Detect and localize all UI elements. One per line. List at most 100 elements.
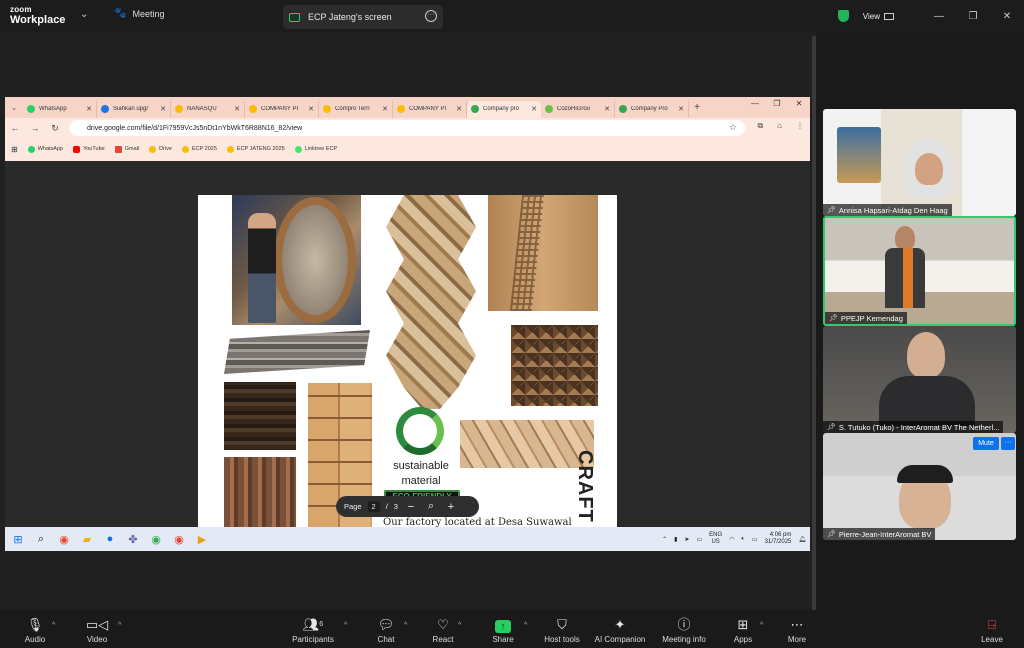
more-options-icon[interactable]: ··· xyxy=(425,10,437,22)
meeting-info-button[interactable]: ⓘ Meeting info xyxy=(660,616,708,644)
magnifier-icon[interactable]: ⌕ xyxy=(424,500,438,513)
tab-search-icon[interactable]: ⌄ xyxy=(5,104,23,112)
close-button[interactable]: ✕ xyxy=(990,11,1024,22)
bookmark-item[interactable]: YouTube xyxy=(73,145,105,153)
tray-chevron-icon[interactable]: ⌃ xyxy=(662,536,667,543)
teams-icon[interactable]: ✤ xyxy=(123,529,143,549)
current-page-input[interactable]: 2 xyxy=(367,501,380,512)
react-options-chevron-icon[interactable]: ^ xyxy=(458,622,461,629)
chrome-icon[interactable]: ◉ xyxy=(54,529,74,549)
shared-screen-tab[interactable]: ECP Jateng's screen ··· xyxy=(283,5,443,29)
wifi-icon[interactable]: ◠ xyxy=(729,536,734,543)
file-explorer-icon[interactable]: ▰ xyxy=(77,529,97,549)
browser-tab[interactable]: Siahkan upgr ✕ xyxy=(97,100,171,118)
participant-tile[interactable]: 📌︎ S. Tutuko (Tuko) - InterAromat BV The … xyxy=(823,326,1016,433)
tray-send-icon[interactable]: ➤ xyxy=(684,536,689,543)
close-tab-icon[interactable]: ✕ xyxy=(382,105,388,113)
close-tab-icon[interactable]: ✕ xyxy=(308,105,314,113)
battery-icon[interactable]: ▭ xyxy=(752,536,758,543)
bookmark-item[interactable]: Drive xyxy=(149,145,172,153)
browser-tab[interactable]: Company Pro ✕ xyxy=(615,100,689,118)
reload-icon[interactable]: ↻ xyxy=(45,123,65,134)
leave-button[interactable]: ⍈ Leave xyxy=(980,616,1004,644)
minimize-button[interactable]: — xyxy=(922,11,956,22)
ai-companion-button[interactable]: ✦ AI Companion xyxy=(594,616,646,644)
bookmark-item[interactable]: Linktree ECP xyxy=(294,145,337,153)
mute-participant-button[interactable]: Mute xyxy=(973,437,999,450)
chrome-profile-2-icon[interactable]: ◉ xyxy=(169,529,189,549)
shared-screen-scrollbar[interactable] xyxy=(812,36,816,612)
participant-tile-active-speaker[interactable]: 📌︎ PPEJP Kemendag xyxy=(823,216,1016,326)
zoom-in-icon[interactable]: + xyxy=(444,501,458,513)
grid-view-icon[interactable] xyxy=(884,12,894,20)
audio-options-chevron-icon[interactable]: ^ xyxy=(52,622,55,629)
participants-button[interactable]: 👥︎6 Participants xyxy=(290,616,336,644)
back-arrow-icon[interactable]: ← xyxy=(5,123,25,133)
chat-options-chevron-icon[interactable]: ^ xyxy=(404,622,407,629)
windows-start-icon[interactable]: ⊞ xyxy=(8,529,28,549)
meeting-tab[interactable]: 🐾 Meeting xyxy=(114,8,164,19)
clock[interactable]: 4:06 pm 31/7/2025 xyxy=(765,532,792,546)
profile-icon[interactable]: ⌂ xyxy=(777,121,782,131)
extensions-icon[interactable]: ⧉ xyxy=(757,121,763,131)
address-bar[interactable]: drive.google.com/file/d/1Fi7959VcJs5nDt1… xyxy=(69,120,745,136)
bookmark-item[interactable]: ECP 2025 xyxy=(181,145,217,153)
browser-tab-active[interactable]: Company pro ✕ xyxy=(467,100,541,118)
react-button[interactable]: ♡ React xyxy=(430,616,456,644)
bookmark-item[interactable]: ECP JATENG 2025 xyxy=(226,145,285,153)
workplace-chevron-down-icon[interactable]: ⌄ xyxy=(80,9,88,20)
zoom-out-icon[interactable]: − xyxy=(404,501,418,513)
restore-button[interactable]: ❐ xyxy=(956,11,990,22)
apps-button[interactable]: ⊞ Apps xyxy=(732,616,754,644)
zoom-app-icon[interactable]: ● xyxy=(100,529,120,549)
browser-restore-icon[interactable]: ❐ xyxy=(766,99,788,108)
chrome-profile-icon[interactable]: ◉ xyxy=(146,529,166,549)
forward-arrow-icon[interactable]: → xyxy=(25,123,45,133)
pdf-page[interactable]: sustainable material ECO-FRIENDLY CRAFT … xyxy=(198,195,617,527)
apps-grid-icon[interactable]: ⊞ xyxy=(11,145,18,154)
video-button[interactable]: ▭◁ Video xyxy=(84,616,110,644)
bookmark-item[interactable]: WhatsApp xyxy=(27,145,63,153)
language-indicator[interactable]: ENG US xyxy=(709,532,722,546)
close-tab-icon[interactable]: ✕ xyxy=(604,105,610,113)
media-app-icon[interactable]: ▶ xyxy=(192,529,212,549)
tray-app-icon[interactable]: ▮ xyxy=(674,536,677,543)
participant-tile[interactable]: 📌︎ Annisa Hapsari-Atdag Den Haag xyxy=(823,109,1016,216)
view-button[interactable]: View xyxy=(863,12,880,21)
participants-options-chevron-icon[interactable]: ^ xyxy=(344,622,347,629)
browser-tab[interactable]: COMPANY PI ✕ xyxy=(245,100,319,118)
security-shield-icon[interactable] xyxy=(837,10,849,22)
browser-tab[interactable]: Compro Tern ✕ xyxy=(319,100,393,118)
browser-tab[interactable]: WhatsApp ✕ xyxy=(23,100,97,118)
taskbar-search-icon[interactable]: ⌕ xyxy=(31,529,51,549)
close-tab-icon[interactable]: ✕ xyxy=(531,105,537,113)
audio-button[interactable]: 🎙︎ Audio xyxy=(22,616,48,644)
browser-tab[interactable]: NANASQU ✕ xyxy=(171,100,245,118)
bookmark-star-icon[interactable]: ☆ xyxy=(729,122,737,133)
video-options-chevron-icon[interactable]: ^ xyxy=(118,622,121,629)
host-tools-button[interactable]: ⛉ Host tools xyxy=(542,616,582,644)
new-tab-icon[interactable]: + xyxy=(689,102,705,113)
tab-favicon-icon xyxy=(471,105,479,113)
browser-close-icon[interactable]: ✕ xyxy=(788,99,810,108)
browser-tab[interactable]: COMPANY PI ✕ xyxy=(393,100,467,118)
share-options-chevron-icon[interactable]: ^ xyxy=(524,622,527,629)
close-tab-icon[interactable]: ✕ xyxy=(86,105,92,113)
apps-options-chevron-icon[interactable]: ^ xyxy=(760,622,763,629)
more-button[interactable]: ⋯ More xyxy=(786,616,808,644)
notification-bell-icon[interactable]: 🔔︎ xyxy=(798,536,806,543)
volume-icon[interactable]: 🔈︎ xyxy=(741,536,745,543)
close-tab-icon[interactable]: ✕ xyxy=(234,105,240,113)
browser-minimize-icon[interactable]: — xyxy=(744,99,766,108)
browser-menu-icon[interactable]: ⋮ xyxy=(796,121,804,131)
tray-app-2-icon[interactable]: ▭ xyxy=(696,536,702,543)
factory-photo xyxy=(232,195,361,325)
chat-button[interactable]: 💬︎ Chat xyxy=(374,616,398,644)
share-button[interactable]: ↑ Share xyxy=(490,616,516,644)
participant-more-button[interactable]: ··· xyxy=(1001,437,1015,450)
close-tab-icon[interactable]: ✕ xyxy=(456,105,462,113)
close-tab-icon[interactable]: ✕ xyxy=(678,105,684,113)
browser-tab[interactable]: CozoHiGrou ✕ xyxy=(541,100,615,118)
close-tab-icon[interactable]: ✕ xyxy=(160,105,166,113)
bookmark-item[interactable]: Gmail xyxy=(114,145,139,153)
